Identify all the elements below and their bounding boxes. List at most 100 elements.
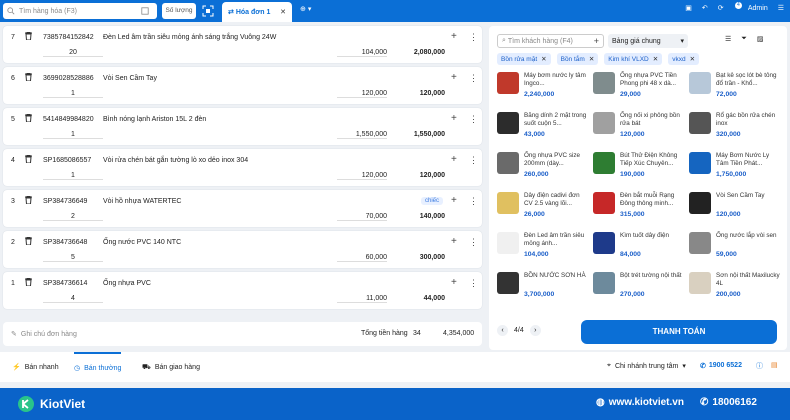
price-input[interactable]: 104,000	[337, 49, 387, 57]
trash-icon[interactable]	[25, 236, 32, 247]
category-chip[interactable]: vkxd ✕	[668, 53, 700, 65]
mode-delivery-sale[interactable]: ⛟ Bán giao hàng	[142, 352, 200, 382]
product-card[interactable]: Ống nhựa PVC Tiền Phong phi 48 x dà... 29…	[593, 72, 685, 112]
price-list-select[interactable]: Bảng giá chung ▾	[608, 34, 688, 48]
product-card[interactable]: Máy Bơm Nước Ly Tâm Tiền Phát... 1,750,00…	[689, 152, 781, 192]
refresh-icon[interactable]: ⟳	[718, 4, 724, 12]
support-phone[interactable]: ✆ 18006162	[700, 397, 757, 408]
plus-icon[interactable]: +	[451, 277, 457, 288]
trash-icon[interactable]	[25, 195, 32, 206]
order-row[interactable]: 2 SP384736648 Ống nước PVC 140 NTC + ⋮ 5…	[3, 231, 482, 268]
image-icon[interactable]: ▨	[757, 35, 764, 43]
product-card[interactable]: Ống nước lắp vòi sen 59,000	[689, 232, 781, 272]
prev-page-button[interactable]: ‹	[497, 325, 508, 336]
more-icon[interactable]: ⋮	[469, 237, 478, 248]
quantity-input[interactable]: 20	[43, 49, 103, 57]
product-card[interactable]: Vòi Sen Cầm Tay 120,000	[689, 192, 781, 232]
order-row[interactable]: 5 5414849984820 Bình nóng lạnh Ariston 1…	[3, 108, 482, 145]
close-icon[interactable]: ✕	[690, 55, 695, 63]
more-icon[interactable]: ⋮	[469, 155, 478, 166]
quantity-input[interactable]: 4	[43, 295, 103, 303]
product-card[interactable]: Đèn Led âm trần siêu mỏng ánh... 104,000	[497, 232, 589, 272]
trash-icon[interactable]	[25, 154, 32, 165]
product-card[interactable]: Máy bơm nước ly tâm Ingco... 2,240,000	[497, 72, 589, 112]
category-chip[interactable]: Kim khí VLXD ✕	[604, 53, 663, 65]
quantity-input[interactable]: 1	[43, 172, 103, 180]
category-chip[interactable]: Bồn rửa mặt ✕	[497, 53, 551, 65]
category-chip[interactable]: Bồn tắm ✕	[556, 53, 599, 65]
filter-icon[interactable]: ⏷	[741, 35, 747, 43]
product-card[interactable]: Rổ gác bồn rửa chén inox 320,000	[689, 112, 781, 152]
scan-icon[interactable]	[202, 5, 214, 17]
plus-icon[interactable]: +	[451, 154, 457, 165]
barcode-icon[interactable]	[141, 7, 149, 15]
order-row[interactable]: 3 SP384736649 Vòi hồ nhựa WATERTEC chiếc…	[3, 190, 482, 227]
mode-quick-sale[interactable]: ⚡ Bán nhanh	[12, 352, 59, 382]
close-icon[interactable]: ✕	[541, 55, 546, 63]
plus-icon[interactable]: +	[451, 31, 457, 42]
product-card[interactable]: Bột trét tường nội thất 270,000	[593, 272, 685, 312]
trash-icon[interactable]	[25, 72, 32, 83]
quantity-button[interactable]: Số lượng	[162, 3, 196, 19]
product-card[interactable]: Bạt kê sọc lót bè tông đổ trần - Khổ... 7…	[689, 72, 781, 112]
pay-button[interactable]: THANH TOÁN	[581, 320, 777, 344]
product-card[interactable]: Đèn bắt muỗi Rạng Đông thông minh... 315,…	[593, 192, 685, 232]
unit-badge[interactable]: chiếc	[421, 197, 444, 205]
price-input[interactable]: 120,000	[337, 90, 387, 98]
undo-icon[interactable]: ↶	[702, 4, 708, 12]
order-row[interactable]: 1 SP384736614 Ống nhựa PVC + ⋮ 4 11,000 …	[3, 272, 482, 309]
trash-icon[interactable]	[25, 113, 32, 124]
price-input[interactable]: 70,000	[337, 213, 387, 221]
plus-icon[interactable]: +	[451, 72, 457, 83]
product-card[interactable]: Sơn nội thất Maxilucky 4L 200,000	[689, 272, 781, 312]
trash-icon[interactable]	[25, 277, 32, 288]
user-name[interactable]: Admin	[748, 5, 768, 12]
menu-icon[interactable]: ☰	[778, 4, 784, 12]
price-input[interactable]: 1,550,000	[337, 131, 387, 139]
close-icon[interactable]: ✕	[589, 55, 594, 63]
bell-icon[interactable]: ◔4	[734, 1, 742, 12]
product-card[interactable]: Kìm tuốt dây điện 84,000	[593, 232, 685, 272]
more-icon[interactable]: ⋮	[469, 278, 478, 289]
quantity-input[interactable]: 1	[43, 90, 103, 98]
add-customer-icon[interactable]: +	[594, 36, 599, 46]
product-card[interactable]: Ống nối xi phông bồn rửa bát 120,000	[593, 112, 685, 152]
hotline[interactable]: ✆ 1900 6522	[700, 362, 742, 370]
more-icon[interactable]: ⋮	[469, 73, 478, 84]
help-icon[interactable]: ⓘ	[756, 361, 763, 371]
tab-invoice-1[interactable]: ⇄ Hóa đơn 1 ✕	[222, 2, 292, 22]
quantity-input[interactable]: 5	[43, 254, 103, 262]
close-icon[interactable]: ✕	[653, 55, 658, 63]
next-page-button[interactable]: ›	[529, 325, 541, 336]
more-icon[interactable]: ⋮	[469, 114, 478, 125]
plus-icon[interactable]: +	[451, 113, 457, 124]
website-link[interactable]: ◍ www.kiotviet.vn	[596, 397, 684, 408]
price-input[interactable]: 11,000	[337, 295, 387, 303]
order-row[interactable]: 6 3699028528886 Vòi Sen Cầm Tay + ⋮ 1 12…	[3, 67, 482, 104]
plus-icon[interactable]: +	[451, 236, 457, 247]
add-tab-button[interactable]: ⊕ ▾	[300, 5, 311, 13]
order-row[interactable]: 4 SP1685086557 Vòi rửa chén bát gắn tườn…	[3, 149, 482, 186]
product-card[interactable]: Bút Thử Điện Không Tiếp Xúc Chuyên... 190…	[593, 152, 685, 192]
chat-icon[interactable]: ▤	[771, 361, 778, 371]
quantity-input[interactable]: 2	[43, 213, 103, 221]
product-card[interactable]: Ống nhựa PVC size 200mm (dày... 260,000	[497, 152, 589, 192]
product-card[interactable]: Dây điện cadivi đơn CV 2.5 vàng lõi... 26…	[497, 192, 589, 232]
product-card[interactable]: Băng dính 2 mặt trong suốt cuộn 5... 43,0…	[497, 112, 589, 152]
branch-select[interactable]: ⌖ Chi nhánh trung tâm ▾	[607, 362, 686, 370]
price-input[interactable]: 120,000	[337, 172, 387, 180]
list-view-icon[interactable]: ☰	[725, 35, 731, 43]
trash-icon[interactable]	[25, 31, 32, 42]
more-icon[interactable]: ⋮	[469, 32, 478, 43]
price-input[interactable]: 60,000	[337, 254, 387, 262]
product-search-input[interactable]: Tìm hàng hóa (F3)	[3, 3, 157, 19]
more-icon[interactable]: ⋮	[469, 196, 478, 207]
customer-search-input[interactable]: ⌕ Tìm khách hàng (F4) +	[497, 34, 604, 48]
mode-normal-sale[interactable]: ◷ Bán thường	[74, 352, 122, 382]
close-icon[interactable]: ✕	[280, 8, 286, 16]
quantity-input[interactable]: 1	[43, 131, 103, 139]
order-note-input[interactable]: ✎ Ghi chú đơn hàng	[11, 330, 77, 339]
product-card[interactable]: BỒN NƯỚC SƠN HÀ 3,700,000	[497, 272, 589, 312]
plus-icon[interactable]: +	[451, 195, 457, 206]
bag-icon[interactable]: ▣	[685, 4, 692, 12]
